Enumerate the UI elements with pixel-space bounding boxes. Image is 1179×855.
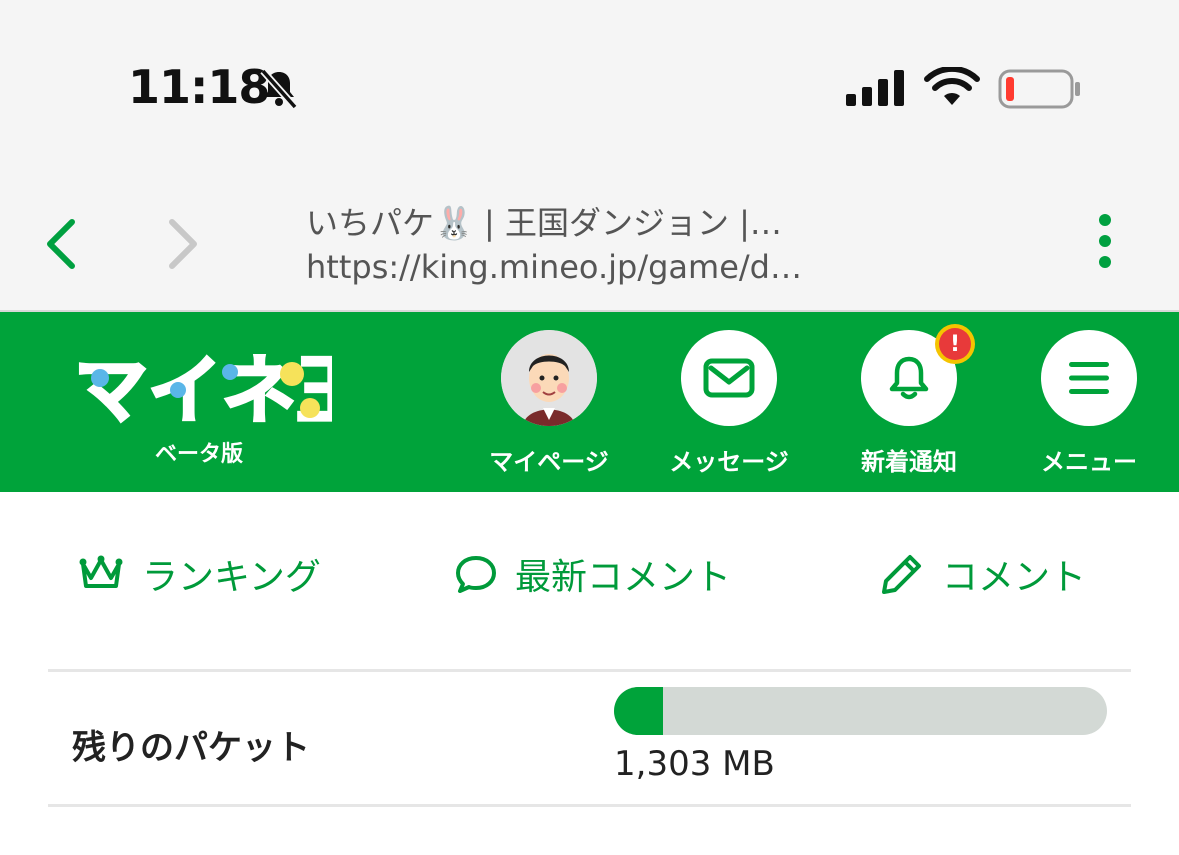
status-bar: 11:18: [0, 0, 1179, 170]
divider: [48, 804, 1131, 807]
svg-text:マイネ王: マイネ王: [74, 348, 332, 430]
avatar: [501, 330, 597, 426]
packet-progress-fill: [614, 687, 664, 735]
crown-icon: [79, 555, 123, 588]
menu-label: メニュー: [1041, 448, 1137, 476]
status-time: 11:18: [128, 60, 270, 114]
mypage-button[interactable]: マイページ: [469, 330, 629, 477]
remaining-packet-label: 残りのパケット: [72, 728, 310, 768]
ranking-label: ランキング: [142, 557, 321, 598]
back-chevron-icon[interactable]: [40, 218, 84, 270]
mineo-logo[interactable]: マイネ王: [70, 338, 333, 431]
message-button[interactable]: メッセージ: [649, 330, 809, 477]
bell-slash-icon: [260, 68, 298, 109]
ranking-link[interactable]: ランキング: [78, 548, 321, 600]
packet-progress-bar: [614, 687, 1107, 735]
mail-icon: [703, 358, 755, 398]
latest-comments-link[interactable]: 最新コメント: [455, 548, 731, 600]
speech-bubble-icon: [456, 556, 496, 593]
notification-badge: !: [935, 324, 975, 364]
message-label: メッセージ: [669, 448, 789, 476]
more-options-icon[interactable]: [1094, 214, 1116, 274]
bell-icon: [889, 356, 929, 400]
notification-label: 新着通知: [861, 448, 957, 476]
divider: [48, 669, 1131, 672]
main-content: ランキング 最新コメント コメント 残りのパケット 1,303 MB: [0, 492, 1179, 855]
comment-label: コメント: [942, 557, 1087, 598]
logo-subtitle: ベータ版: [155, 442, 244, 467]
cellular-signal-icon: [846, 70, 904, 106]
hamburger-icon: [1069, 362, 1109, 394]
page-title[interactable]: いちパケ🐰 | 王国ダンジョン |…: [306, 198, 782, 244]
comment-link[interactable]: コメント: [880, 548, 1086, 600]
notification-button[interactable]: ! 新着通知: [829, 324, 989, 477]
remaining-packet-value: 1,303 MB: [614, 744, 775, 784]
latest-comments-label: 最新コメント: [515, 557, 732, 598]
wifi-icon: [924, 67, 980, 105]
battery-icon: [998, 69, 1080, 109]
forward-chevron-icon[interactable]: [160, 218, 204, 270]
browser-toolbar: いちパケ🐰 | 王国ダンジョン |… https://king.mineo.jp…: [0, 170, 1179, 312]
page-url[interactable]: https://king.mineo.jp/game/d…: [306, 248, 802, 286]
pencil-icon: [882, 555, 921, 594]
mypage-label: マイページ: [489, 448, 609, 476]
menu-button[interactable]: メニュー: [1009, 330, 1169, 477]
site-header: マイネ王 ベータ版 マイページ: [0, 312, 1179, 492]
